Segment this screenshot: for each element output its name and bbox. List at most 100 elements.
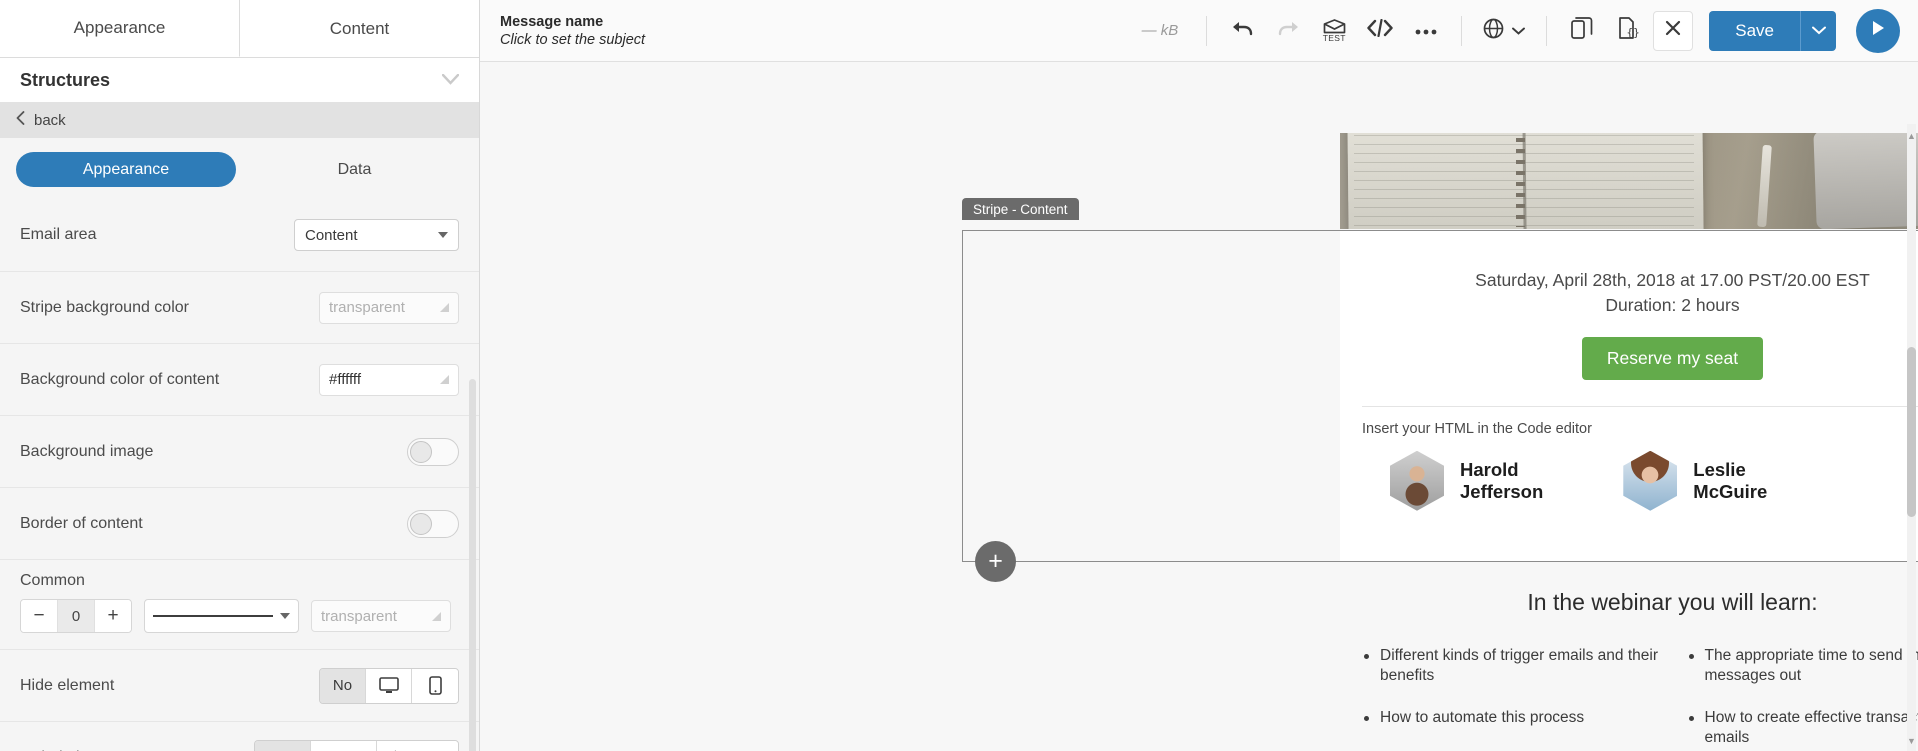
property-email-area: Email area Content (0, 199, 479, 271)
border-of-content-label: Border of content (20, 514, 143, 532)
hide-element-option-mobile[interactable] (412, 668, 458, 703)
stripe-bg-color-input[interactable]: transparent (319, 291, 459, 324)
hero-image[interactable] (1340, 133, 1918, 229)
undo-button[interactable] (1221, 10, 1263, 52)
color-swatch-icon (440, 303, 449, 312)
more-options-button[interactable] (1405, 10, 1447, 52)
learn-title: In the webinar you will learn: (1527, 589, 1818, 615)
scroll-down-icon[interactable]: ▼ (1907, 735, 1916, 747)
learn-column-left: Different kinds of trigger emails and th… (1362, 646, 1661, 751)
redo-arrow-icon (1277, 18, 1300, 43)
canvas-scrollbar-thumb[interactable] (1907, 347, 1916, 517)
save-dropdown-button[interactable] (1800, 10, 1836, 51)
tab-content[interactable]: Content (240, 0, 479, 57)
message-size: — kB (1141, 22, 1179, 39)
save-button[interactable]: Save (1709, 10, 1800, 51)
mobile-icon (428, 676, 442, 695)
speaker-item[interactable]: Leslie McGuire (1623, 450, 1768, 511)
left-panel-scrollbar[interactable] (469, 379, 476, 751)
left-settings-panel: Appearance Content Structures back Appea… (0, 0, 480, 751)
stripe-bg-color-placeholder: transparent (329, 299, 405, 316)
common-label: Common (20, 572, 85, 589)
content-bg-color-input[interactable]: #ffffff (319, 363, 459, 396)
border-style-select[interactable] (144, 599, 299, 633)
main-area: Message name Click to set the subject — … (480, 0, 1918, 751)
chevron-down-icon (1811, 22, 1826, 40)
include-in-option-both[interactable]: Both (255, 740, 312, 751)
webinar-learn-block[interactable]: In the webinar you will learn: Different… (1340, 567, 1918, 751)
include-in-option-amp-html[interactable]: HTML (377, 740, 458, 751)
color-swatch-icon (432, 611, 441, 621)
chevron-down-icon (1512, 22, 1526, 40)
property-include-in: Include in Both HTML HTML (0, 721, 479, 751)
email-area-label: Email area (20, 226, 97, 243)
file-braces-icon: {} (1618, 17, 1640, 44)
app-root: Appearance Content Structures back Appea… (0, 0, 1918, 751)
back-button[interactable]: back (0, 102, 479, 138)
property-stripe-bg-color: Stripe background color transparent (0, 271, 479, 343)
stepper-increment-button[interactable]: + (95, 600, 131, 632)
list-item: How to automate this process (1362, 708, 1661, 728)
stepper-value: 0 (57, 600, 95, 632)
learn-column-right: The appropriate time to send the message… (1687, 646, 1918, 751)
save-button-group: Save (1709, 10, 1836, 51)
desktop-icon (378, 677, 399, 694)
stripe-content-block[interactable]: Saturday, April 28th, 2018 at 17.00 PST/… (1340, 231, 1918, 561)
duplicate-pages-icon (1571, 17, 1593, 44)
redo-button[interactable] (1267, 10, 1309, 52)
border-width-stepper[interactable]: − 0 + (20, 599, 132, 633)
language-button[interactable] (1476, 10, 1532, 52)
hide-element-option-no[interactable]: No (320, 668, 366, 703)
reserve-seat-button[interactable]: Reserve my seat (1581, 336, 1764, 380)
structures-header: Structures (0, 58, 479, 102)
toggle-knob (410, 440, 432, 463)
message-name: Message name (500, 13, 604, 30)
stripe-bg-color-label: Stripe background color (20, 298, 189, 316)
chevron-down-icon (438, 232, 448, 238)
border-of-content-toggle[interactable] (407, 509, 459, 538)
notebook-rings (1516, 133, 1525, 227)
border-color-input[interactable]: transparent (311, 600, 451, 632)
include-in-segmented: Both HTML HTML (254, 739, 459, 751)
add-block-button[interactable]: + (975, 541, 1016, 582)
stripe-label-badge: Stripe - Content (962, 198, 1079, 220)
background-image-label: Background image (20, 442, 154, 460)
email-canvas[interactable]: Stripe - Content Saturday, April 28th, 2… (480, 62, 1918, 751)
list-item: Different kinds of trigger emails and th… (1362, 646, 1661, 686)
subtab-data[interactable]: Data (246, 161, 463, 179)
tab-appearance[interactable]: Appearance (0, 0, 240, 57)
learn-columns: Different kinds of trigger emails and th… (1340, 616, 1918, 751)
send-preview-button[interactable] (1856, 8, 1900, 53)
html-insert-note: Insert your HTML in the Code editor (1362, 420, 1592, 437)
undo-arrow-icon (1231, 18, 1254, 43)
property-background-image: Background image (0, 415, 479, 487)
subtab-appearance[interactable]: Appearance (16, 152, 236, 187)
toggle-knob (410, 512, 432, 535)
include-in-option-html[interactable]: HTML (311, 740, 378, 751)
scroll-up-icon[interactable]: ▲ (1907, 130, 1916, 142)
speaker-last-name: McGuire (1693, 480, 1768, 502)
speaker-item[interactable]: Harold Jefferson (1390, 450, 1544, 511)
speaker-first-name: Harold (1460, 458, 1519, 480)
chevron-down-icon[interactable] (441, 70, 460, 90)
hide-element-option-desktop[interactable] (366, 668, 412, 703)
preview-split-button[interactable] (1561, 10, 1603, 52)
message-subject[interactable]: Click to set the subject (500, 32, 645, 48)
email-area-value: Content (305, 226, 358, 244)
avatar (1623, 450, 1678, 511)
test-email-button[interactable]: TEST (1313, 10, 1355, 52)
border-color-placeholder: transparent (321, 607, 397, 625)
close-button[interactable] (1653, 10, 1694, 51)
solid-line-icon (153, 615, 273, 617)
pen-shape (1757, 144, 1772, 228)
stepper-decrement-button[interactable]: − (21, 600, 57, 632)
webinar-date-line: Saturday, April 28th, 2018 at 17.00 PST/… (1340, 231, 1918, 319)
hide-element-segmented: No (319, 667, 459, 704)
snippet-button[interactable]: {} (1607, 10, 1649, 52)
code-editor-button[interactable] (1359, 10, 1401, 52)
speaker-last-name: Jefferson (1460, 480, 1544, 502)
email-area-select[interactable]: Content (294, 219, 459, 251)
background-image-toggle[interactable] (407, 437, 459, 466)
chevron-down-icon (280, 613, 290, 619)
speakers-row: Harold Jefferson Leslie McGuire (1340, 437, 1918, 511)
